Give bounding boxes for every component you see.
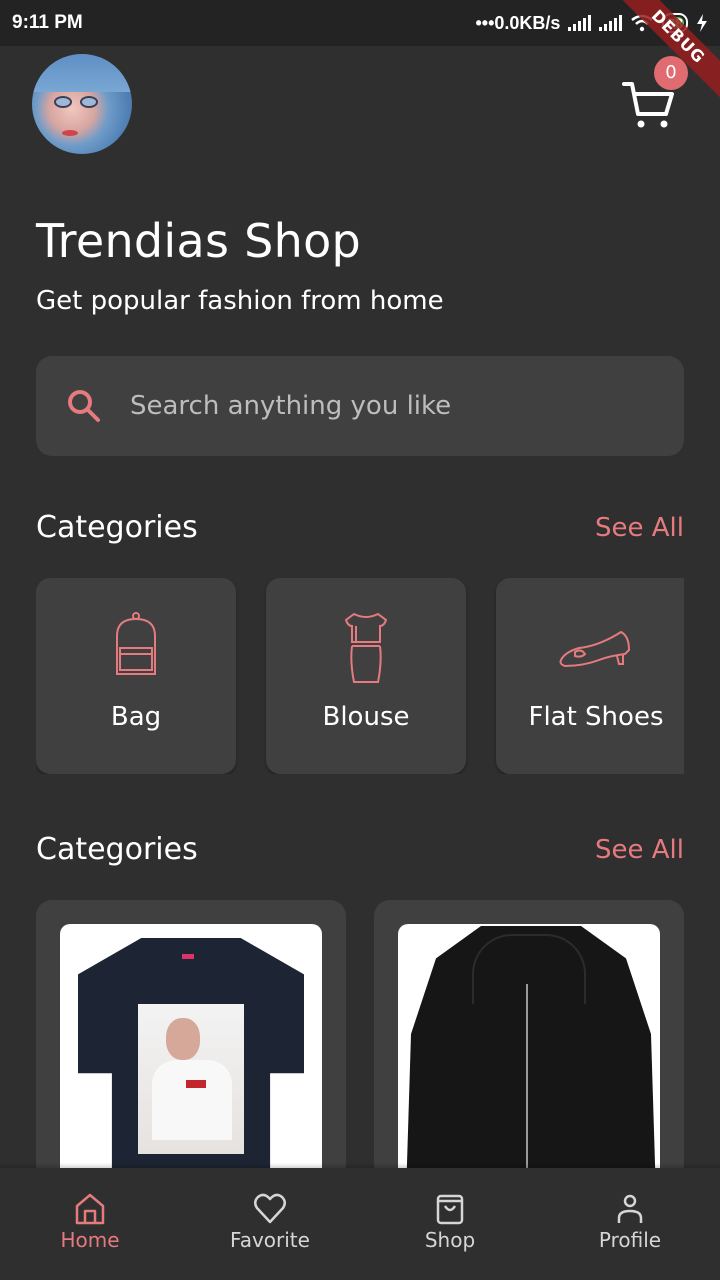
nav-home[interactable]: Home xyxy=(0,1168,180,1280)
category-label: Bag xyxy=(110,702,162,732)
shoe-icon xyxy=(559,630,631,668)
home-icon xyxy=(75,1193,105,1225)
products-grid xyxy=(36,900,684,1180)
backpack-icon xyxy=(116,612,156,675)
dress-icon xyxy=(344,612,388,683)
categories-see-all-link[interactable]: See All xyxy=(595,513,684,543)
nav-shop[interactable]: Shop xyxy=(360,1168,540,1280)
network-speed: •••0.0KB/s xyxy=(475,12,561,33)
print-face xyxy=(166,1018,200,1060)
avatar-lips xyxy=(62,130,78,136)
signal-icon-2 xyxy=(599,15,623,31)
search-bar[interactable] xyxy=(36,356,684,456)
category-label: Flat Shoes xyxy=(528,702,664,732)
page-subtitle: Get popular fashion from home xyxy=(36,286,444,316)
avatar[interactable] xyxy=(32,54,132,154)
categories-title: Categories xyxy=(36,510,198,545)
print-shirt xyxy=(152,1060,232,1140)
category-label: Blouse xyxy=(322,702,410,732)
categories-list: Bag Blouse Flat Shoes xyxy=(36,578,684,774)
category-card-blouse[interactable]: Blouse xyxy=(266,578,466,774)
person-icon xyxy=(617,1194,643,1223)
status-time: 9:11 PM xyxy=(12,12,83,33)
nav-label: Home xyxy=(60,1228,120,1252)
charging-icon xyxy=(697,14,707,32)
heart-icon xyxy=(254,1193,286,1224)
products-see-all-link[interactable]: See All xyxy=(595,835,684,865)
status-bar: 9:11 PM •••0.0KB/s 38 xyxy=(0,0,720,46)
nav-label: Profile xyxy=(598,1228,662,1252)
nav-label: Shop xyxy=(424,1228,476,1252)
avatar-eye xyxy=(80,96,98,108)
product-image-jacket xyxy=(398,924,660,1180)
bottom-nav: Home Favorite Shop Profile xyxy=(0,1168,720,1280)
product-card-jacket[interactable] xyxy=(374,900,684,1180)
jacket-collar xyxy=(472,934,586,1004)
signal-icon xyxy=(568,15,592,31)
product-card-tshirt[interactable] xyxy=(36,900,346,1180)
tshirt-tag xyxy=(182,954,194,959)
nav-profile[interactable]: Profile xyxy=(540,1168,720,1280)
category-card-bag[interactable]: Bag xyxy=(36,578,236,774)
product-image-tshirt xyxy=(60,924,322,1180)
search-input[interactable] xyxy=(130,391,650,421)
nav-favorite[interactable]: Favorite xyxy=(180,1168,360,1280)
products-title: Categories xyxy=(36,832,198,867)
search-icon xyxy=(68,390,100,422)
page-title: Trendias Shop xyxy=(36,214,362,268)
avatar-eye xyxy=(54,96,72,108)
nav-label: Favorite xyxy=(230,1228,310,1252)
shopping-bag-icon xyxy=(436,1194,464,1225)
print-logo xyxy=(186,1080,206,1088)
tshirt-print xyxy=(138,1004,244,1154)
jacket-zipper xyxy=(526,984,528,1180)
avatar-hair xyxy=(32,54,132,92)
category-card-flat-shoes[interactable]: Flat Shoes xyxy=(496,578,684,774)
